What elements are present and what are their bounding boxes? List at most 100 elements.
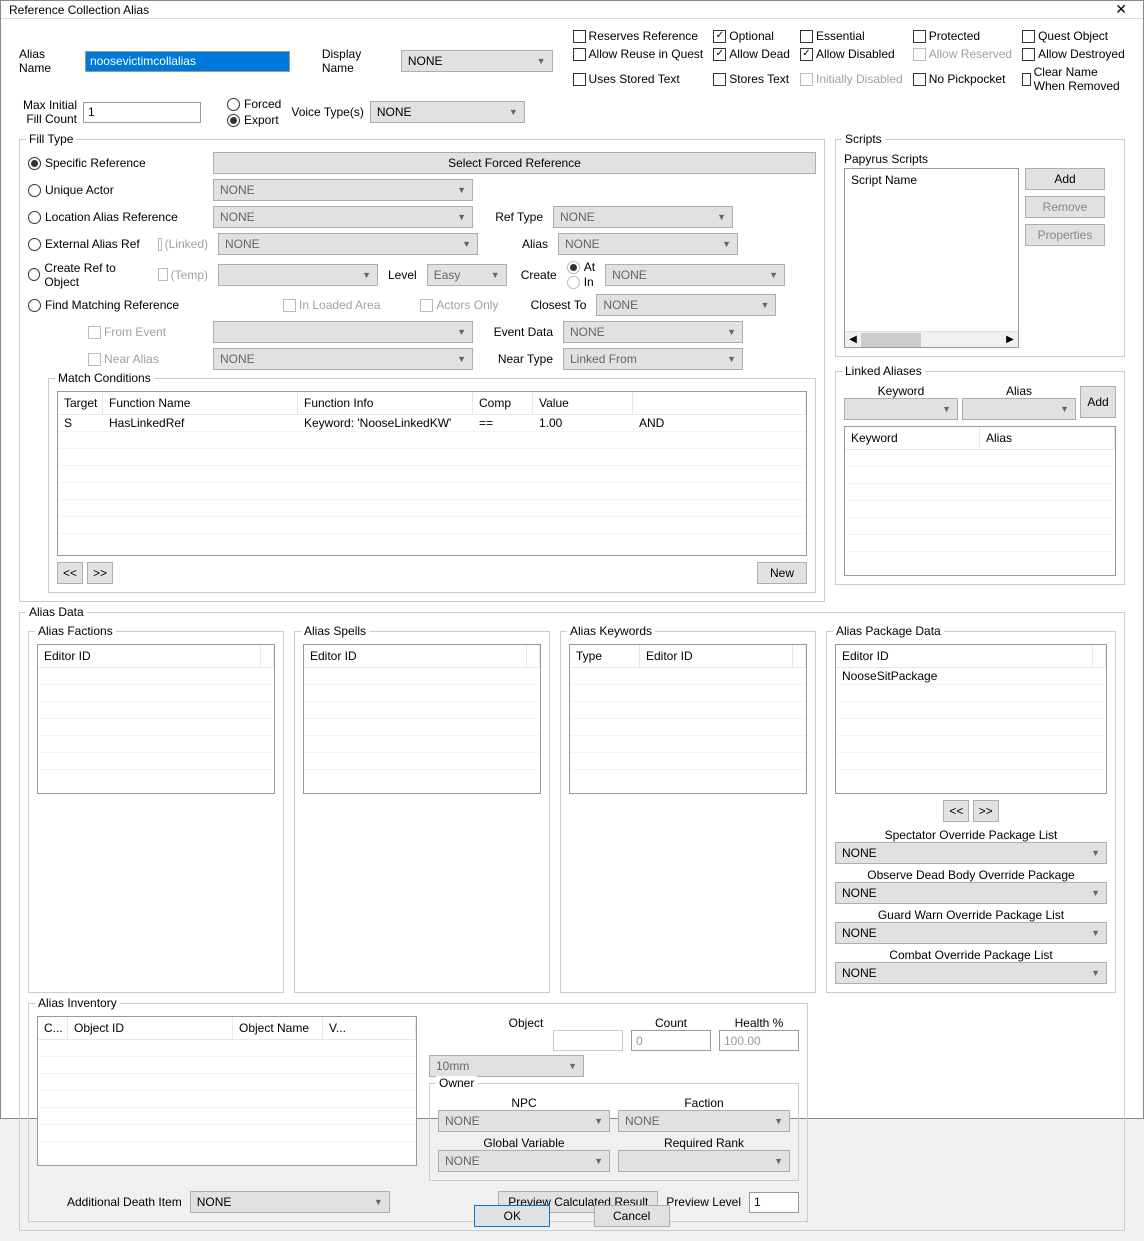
ok-button[interactable]: OK xyxy=(474,1205,550,1227)
event-data-combo: NONE▼ xyxy=(563,321,743,343)
alias-name-label: Alias Name xyxy=(19,47,79,75)
table-row[interactable]: NooseSitPackage xyxy=(836,668,1106,685)
forced-radio[interactable]: Forced xyxy=(227,97,281,111)
alias-name-input[interactable] xyxy=(85,51,290,72)
ref-type-combo: NONE▼ xyxy=(553,206,733,228)
level-combo: Easy▼ xyxy=(427,264,507,286)
spells-table[interactable]: Editor ID xyxy=(303,644,541,794)
stores-text-checkbox[interactable]: Stores Text xyxy=(713,65,790,93)
create-ref-radio[interactable]: Create Ref to Object xyxy=(28,261,148,289)
scripts-table[interactable]: Script Name ◀ ▶ xyxy=(844,168,1019,348)
chevron-down-icon: ▼ xyxy=(509,107,518,117)
uses-stored-text-checkbox[interactable]: Uses Stored Text xyxy=(573,65,704,93)
in-loaded-area-checkbox: In Loaded Area xyxy=(283,298,380,312)
fill-type-legend: Fill Type xyxy=(26,132,76,146)
allow-disabled-checkbox[interactable]: Allow Disabled xyxy=(800,47,903,61)
specific-reference-radio[interactable]: Specific Reference xyxy=(28,156,203,170)
fill-type-group: Fill Type Specific Reference Select Forc… xyxy=(19,139,825,602)
display-name-combo[interactable]: NONE▼ xyxy=(401,50,553,72)
allow-destroyed-checkbox[interactable]: Allow Destroyed xyxy=(1022,47,1125,61)
near-alias-combo: NONE▼ xyxy=(213,348,473,370)
scripts-legend: Scripts xyxy=(842,132,885,146)
scroll-left-icon[interactable]: ◀ xyxy=(845,334,861,345)
guard-combo[interactable]: NONE▼ xyxy=(835,922,1107,944)
combat-combo[interactable]: NONE▼ xyxy=(835,962,1107,984)
main-window: Reference Collection Alias ✕ Alias Name … xyxy=(0,0,1144,1119)
prev-button[interactable]: << xyxy=(57,562,83,584)
match-conditions-table[interactable]: Target Function Name Function Info Comp … xyxy=(57,391,807,556)
window-title: Reference Collection Alias xyxy=(9,3,149,17)
linked-checkbox: (Linked) xyxy=(158,237,208,251)
allow-dead-checkbox[interactable]: Allow Dead xyxy=(713,47,790,61)
close-icon[interactable]: ✕ xyxy=(1107,1,1135,18)
match-conditions-legend: Match Conditions xyxy=(55,371,154,385)
package-table[interactable]: Editor ID NooseSitPackage xyxy=(835,644,1107,794)
closest-to-label: Closest To xyxy=(526,298,586,312)
protected-checkbox[interactable]: Protected xyxy=(913,29,1012,43)
scripts-group: Scripts Papyrus Scripts Script Name ◀ ▶ xyxy=(835,139,1125,357)
clear-name-checkbox[interactable]: Clear Name When Removed xyxy=(1022,65,1125,93)
keyword-combo[interactable]: ▼ xyxy=(844,398,958,420)
event-data-label: Event Data xyxy=(483,325,553,339)
observe-combo[interactable]: NONE▼ xyxy=(835,882,1107,904)
table-row[interactable]: S HasLinkedRef Keyword: 'NooseLinkedKW' … xyxy=(58,415,806,432)
keywords-table[interactable]: Type Editor ID xyxy=(569,644,807,794)
no-pickpocket-checkbox[interactable]: No Pickpocket xyxy=(913,65,1012,93)
closest-to-combo: NONE▼ xyxy=(596,294,776,316)
linked-aliases-legend: Linked Aliases xyxy=(842,364,925,378)
health-input xyxy=(719,1030,799,1051)
alias-combo-2[interactable]: ▼ xyxy=(962,398,1076,420)
create-ref-combo: ▼ xyxy=(218,264,378,286)
match-conditions-group: Match Conditions Target Function Name Fu… xyxy=(48,378,816,593)
package-data-group: Alias Package Data Editor ID NooseSitPac… xyxy=(826,631,1116,993)
rank-combo: ▼ xyxy=(618,1150,790,1172)
pkg-prev-button[interactable]: << xyxy=(943,800,969,822)
new-button[interactable]: New xyxy=(757,562,807,584)
essential-checkbox[interactable]: Essential xyxy=(800,29,903,43)
npc-combo: NONE▼ xyxy=(438,1110,610,1132)
pkg-next-button[interactable]: >> xyxy=(973,800,999,822)
from-event-checkbox: From Event xyxy=(88,325,203,339)
max-initial-input[interactable] xyxy=(83,102,201,123)
optional-checkbox[interactable]: Optional xyxy=(713,29,790,43)
count-input xyxy=(631,1030,711,1051)
unique-actor-radio[interactable]: Unique Actor xyxy=(28,183,203,197)
location-alias-radio[interactable]: Location Alias Reference xyxy=(28,210,203,224)
quest-object-checkbox[interactable]: Quest Object xyxy=(1022,29,1125,43)
near-type-label: Near Type xyxy=(483,352,553,366)
global-var-combo: NONE▼ xyxy=(438,1150,610,1172)
reserves-reference-checkbox[interactable]: Reserves Reference xyxy=(573,29,704,43)
external-alias-combo: NONE▼ xyxy=(218,233,478,255)
scroll-right-icon[interactable]: ▶ xyxy=(1002,334,1018,345)
add-script-button[interactable]: Add xyxy=(1025,168,1105,190)
spectator-combo[interactable]: NONE▼ xyxy=(835,842,1107,864)
papyrus-label: Papyrus Scripts xyxy=(844,152,1116,166)
level-label: Level xyxy=(388,268,417,282)
allow-reuse-checkbox[interactable]: Allow Reuse in Quest xyxy=(573,47,704,61)
create-label: Create xyxy=(521,268,557,282)
create-at-radio: At xyxy=(567,260,595,274)
create-at-combo: NONE▼ xyxy=(605,264,785,286)
inventory-table[interactable]: C... Object ID Object Name V... xyxy=(37,1016,417,1166)
actors-only-checkbox: Actors Only xyxy=(420,298,498,312)
voice-types-combo[interactable]: NONE▼ xyxy=(370,101,525,123)
next-button[interactable]: >> xyxy=(87,562,113,584)
linked-aliases-table[interactable]: Keyword Alias xyxy=(844,426,1116,576)
alias-data-legend: Alias Data xyxy=(26,605,87,619)
display-name-label: Display Name xyxy=(322,47,395,75)
factions-table[interactable]: Editor ID xyxy=(37,644,275,794)
remove-script-button: Remove xyxy=(1025,196,1105,218)
external-alias-radio[interactable]: External Alias Ref xyxy=(28,237,148,251)
flags-grid: Reserves Reference Optional Essential Pr… xyxy=(573,29,1125,93)
object-input xyxy=(553,1030,623,1051)
export-radio[interactable]: Export xyxy=(227,113,281,127)
find-matching-radio[interactable]: Find Matching Reference xyxy=(28,298,203,312)
cancel-button[interactable]: Cancel xyxy=(594,1205,670,1227)
faction-combo: NONE▼ xyxy=(618,1110,790,1132)
add-linked-button[interactable]: Add xyxy=(1080,386,1116,418)
owner-group: Owner NPC NONE▼ Global Variable NONE▼ Fa… xyxy=(429,1083,799,1181)
alias-keywords-group: Alias Keywords Type Editor ID xyxy=(560,631,816,993)
select-forced-button[interactable]: Select Forced Reference xyxy=(213,152,816,174)
alias-factions-group: Alias Factions Editor ID xyxy=(28,631,284,993)
initially-disabled-checkbox: Initially Disabled xyxy=(800,65,903,93)
